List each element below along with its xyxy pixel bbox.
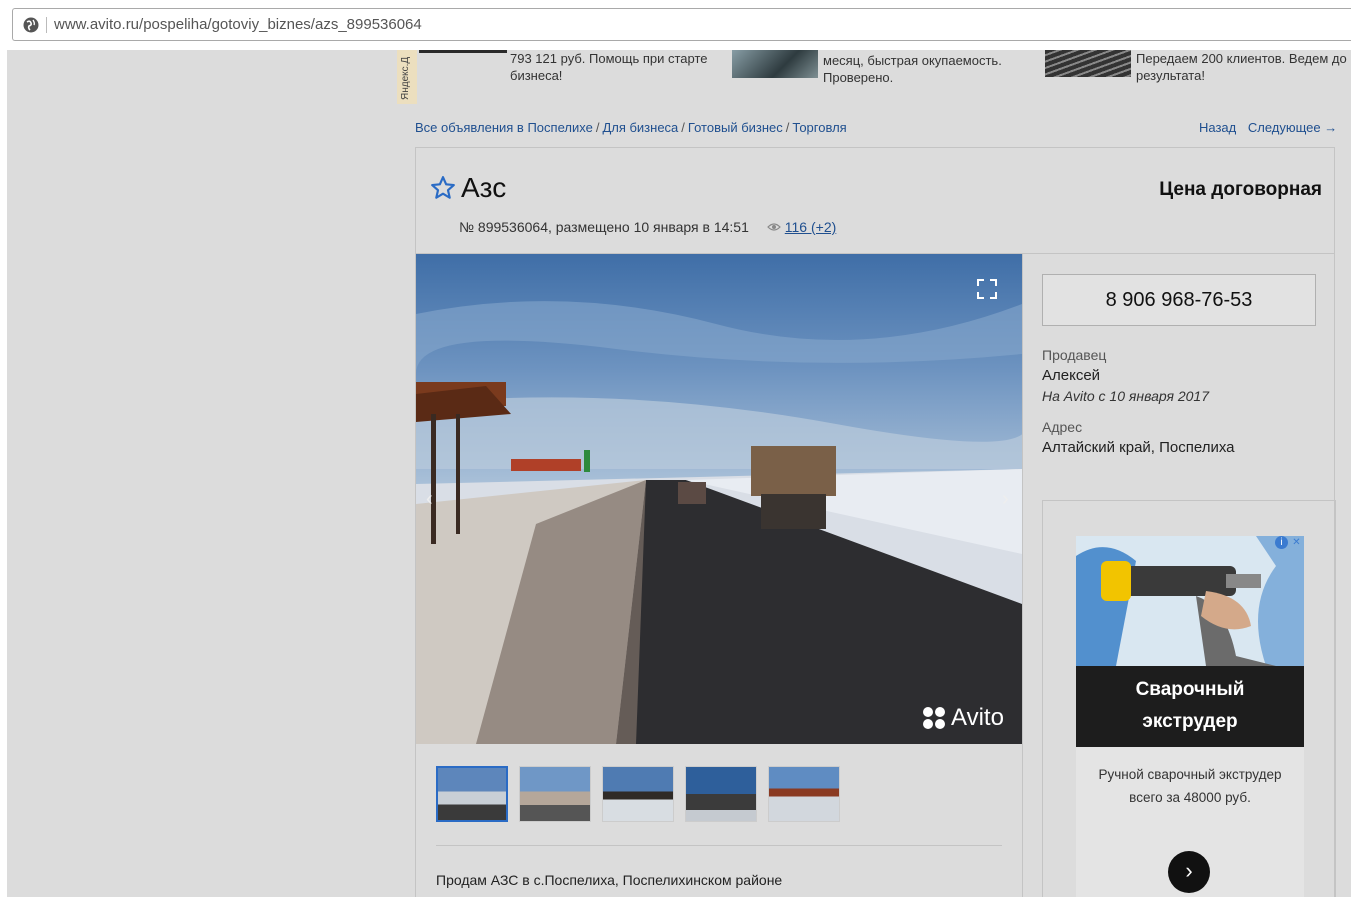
breadcrumb-link[interactable]: Для бизнеса bbox=[602, 120, 678, 135]
address-value: Алтайский край, Поспелиха bbox=[1042, 439, 1235, 456]
ad-body: Ручной сварочный экструдер всего за 4800… bbox=[1076, 747, 1304, 897]
top-ad-image[interactable] bbox=[419, 50, 507, 53]
description-divider bbox=[436, 845, 1002, 846]
breadcrumb-link[interactable]: Готовый бизнес bbox=[688, 120, 783, 135]
phone-button[interactable]: 8 906 968-76-53 bbox=[1042, 274, 1316, 326]
prev-photo-arrow-icon[interactable]: ‹ bbox=[426, 488, 433, 511]
top-ad-text[interactable]: 793 121 руб. Помощь при старте бизнеса! bbox=[510, 50, 720, 84]
photo-thumbnails bbox=[436, 766, 840, 822]
seller-label: Продавец bbox=[1042, 347, 1107, 363]
pager: Назад Следующее → bbox=[1199, 120, 1337, 135]
ad-controls: i ✕ bbox=[1275, 536, 1303, 549]
ad-info-icon[interactable]: i bbox=[1275, 536, 1288, 549]
main-photo[interactable]: ‹ › Avito bbox=[416, 254, 1022, 744]
column-divider bbox=[1022, 254, 1023, 897]
next-link[interactable]: Следующее → bbox=[1248, 120, 1337, 135]
views-count[interactable]: 116 (+2) bbox=[785, 219, 837, 235]
page-content: Яндекс.Д 793 121 руб. Помощь при старте … bbox=[7, 50, 1351, 897]
listing-number-date: № 899536064, размещено 10 января в 14:51 bbox=[459, 219, 749, 235]
ad-image[interactable] bbox=[1076, 536, 1304, 666]
thumbnail[interactable] bbox=[602, 766, 674, 822]
top-ad-text[interactable]: Передаем 200 клиентов. Ведем до результа… bbox=[1136, 50, 1351, 84]
listing-card: Азс Цена договорная № 899536064, размеще… bbox=[415, 147, 1336, 897]
fullscreen-icon[interactable] bbox=[976, 278, 998, 300]
top-ad-image[interactable] bbox=[732, 50, 818, 78]
eye-icon bbox=[766, 223, 781, 231]
breadcrumb: Все объявления в Поспелихе / Для бизнеса / Г… bbox=[415, 120, 847, 135]
side-ad[interactable]: i ✕ Сварочный экструдер Ручной сварочный… bbox=[1042, 500, 1336, 897]
ad-headline[interactable]: Сварочный экструдер bbox=[1076, 666, 1304, 747]
next-photo-arrow-icon[interactable]: › bbox=[1002, 488, 1009, 511]
listing-description: Продам АЗС в с.Поспелиха, Поспелихинском… bbox=[436, 872, 783, 888]
listing-price: Цена договорная bbox=[1159, 179, 1322, 200]
breadcrumb-link[interactable]: Торговля bbox=[792, 120, 846, 135]
thumbnail[interactable] bbox=[436, 766, 508, 822]
yandex-direct-label[interactable]: Яндекс.Д bbox=[397, 50, 417, 104]
seller-since: На Avito с 10 января 2017 bbox=[1042, 388, 1210, 404]
top-ad-image[interactable] bbox=[1045, 50, 1131, 77]
chevron-right-icon[interactable]: › bbox=[1168, 851, 1210, 893]
url-text[interactable]: www.avito.ru/pospeliha/gotoviy_biznes/az… bbox=[54, 16, 422, 33]
back-link[interactable]: Назад bbox=[1199, 120, 1236, 135]
listing-title: Азс bbox=[461, 172, 507, 203]
thumbnail[interactable] bbox=[768, 766, 840, 822]
browser-url-bar: www.avito.ru/pospeliha/gotoviy_biznes/az… bbox=[0, 0, 1351, 50]
avito-watermark: Avito bbox=[923, 704, 1004, 732]
breadcrumb-link[interactable]: Все объявления в Поспелихе bbox=[415, 120, 593, 135]
ad-text[interactable]: Ручной сварочный экструдер всего за 4800… bbox=[1076, 763, 1304, 809]
url-separator bbox=[46, 17, 47, 33]
favorite-star-icon[interactable] bbox=[430, 175, 456, 201]
seller-name[interactable]: Алексей bbox=[1042, 367, 1100, 384]
listing-meta: № 899536064, размещено 10 января в 14:51… bbox=[459, 219, 836, 235]
ad-close-icon[interactable]: ✕ bbox=[1290, 536, 1303, 549]
address-label: Адрес bbox=[1042, 419, 1083, 435]
address-box[interactable]: www.avito.ru/pospeliha/gotoviy_biznes/az… bbox=[12, 8, 1351, 41]
thumbnail[interactable] bbox=[685, 766, 757, 822]
thumbnail[interactable] bbox=[519, 766, 591, 822]
globe-icon bbox=[23, 17, 39, 33]
top-ad-text[interactable]: месяц, быстрая окупаемость. Проверено. bbox=[823, 52, 1033, 86]
avito-logo-icon bbox=[923, 707, 945, 729]
